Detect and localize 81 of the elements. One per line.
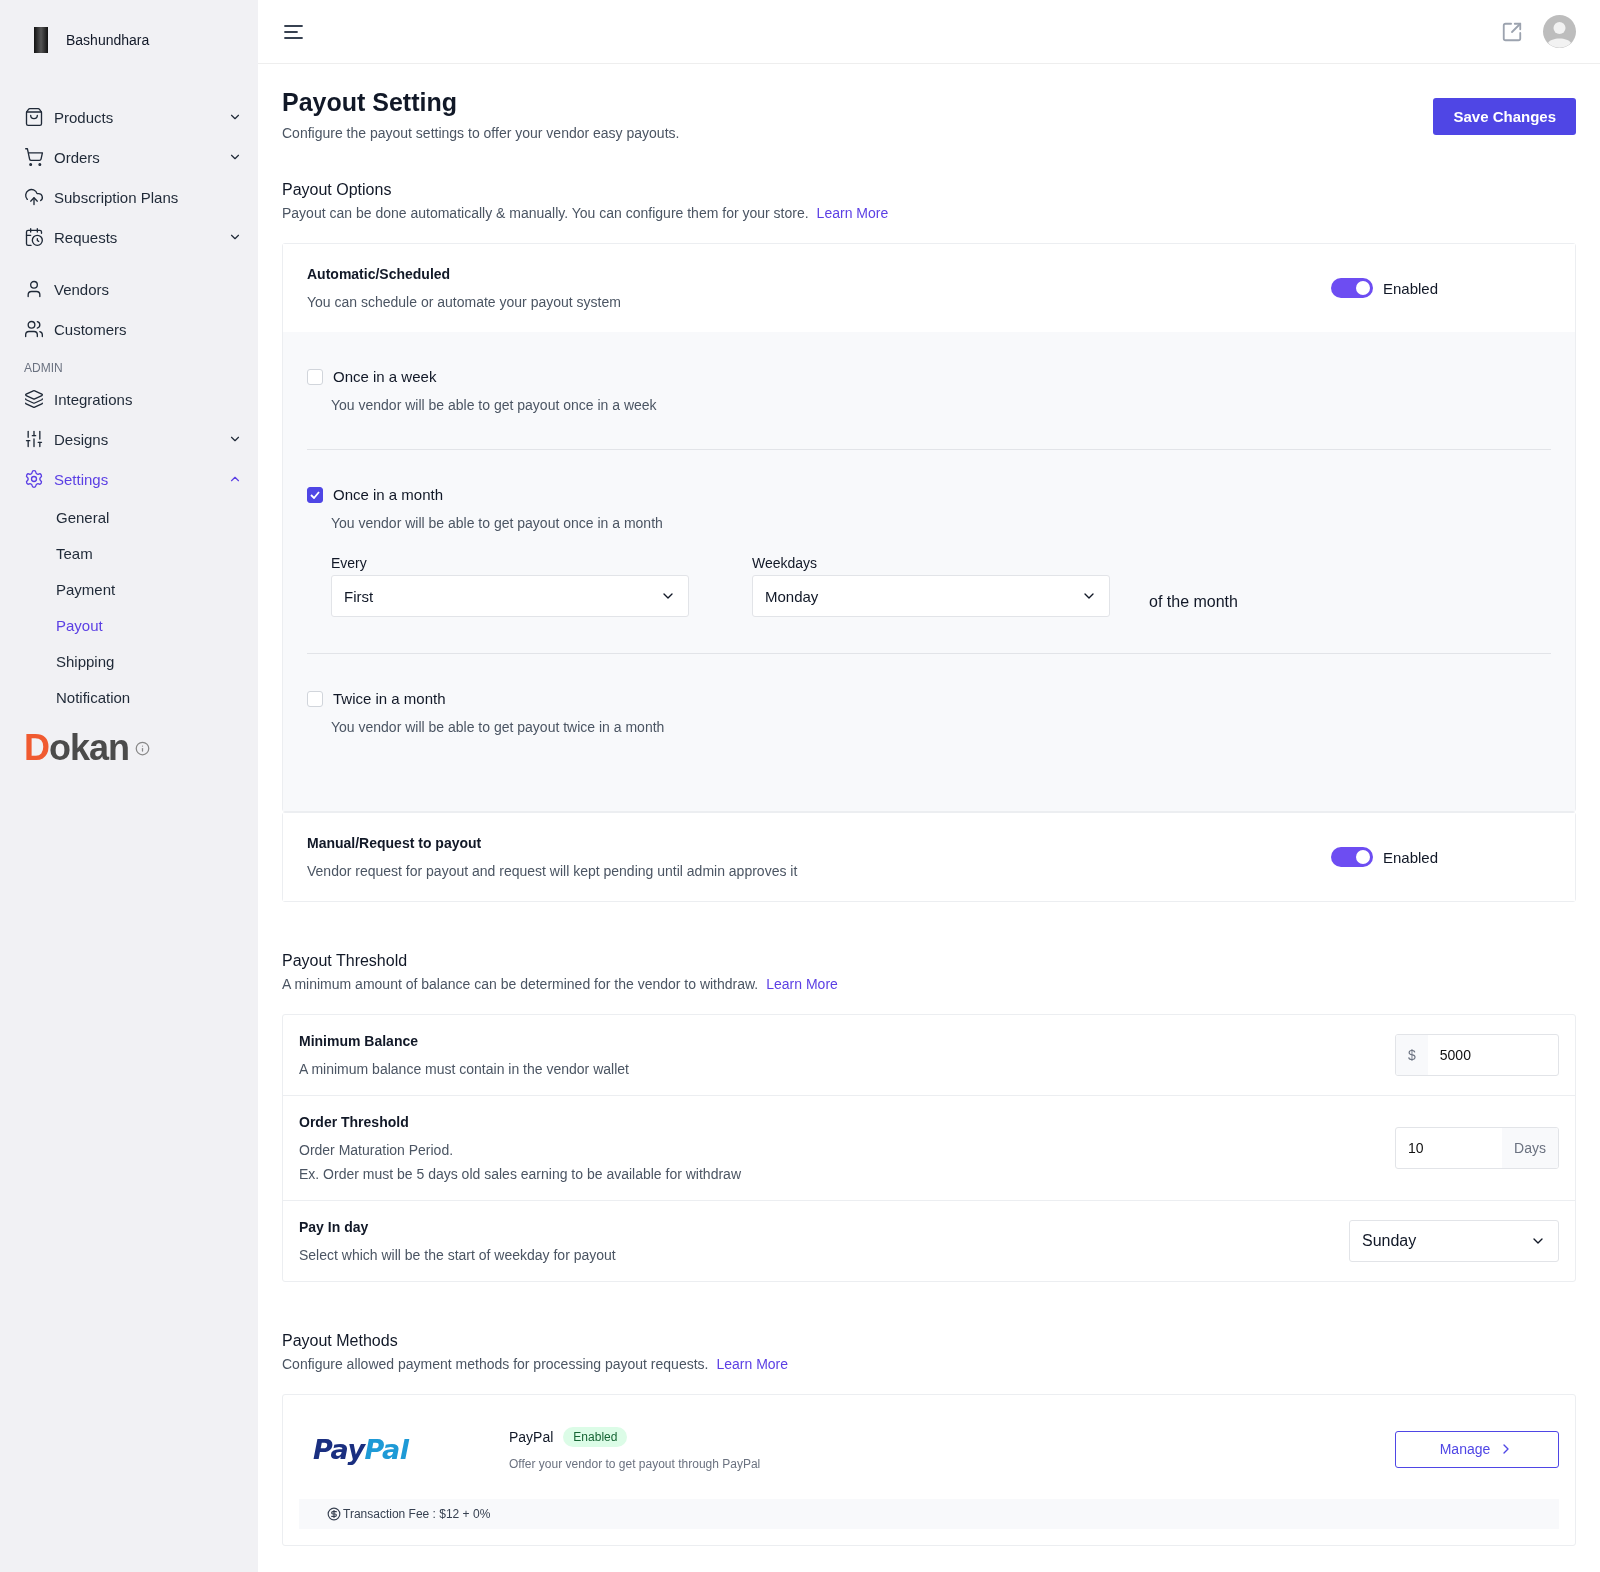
- days-field[interactable]: 10 Days: [1395, 1127, 1559, 1169]
- threshold-description: Order Maturation Period.: [299, 1142, 455, 1158]
- sidebar-subitem[interactable]: Team: [24, 535, 242, 571]
- sidebar-item[interactable]: Orders: [24, 137, 242, 177]
- schedule-label: Twice in a month: [333, 690, 446, 707]
- manage-button[interactable]: Manage: [1395, 1430, 1559, 1468]
- sidebar-item[interactable]: Requests: [24, 217, 242, 257]
- section-title: Payout Threshold: [282, 952, 409, 970]
- toggle-switch[interactable]: [1331, 847, 1373, 867]
- toggle-label: Enabled: [1383, 848, 1439, 866]
- avatar-icon[interactable]: [1543, 15, 1576, 48]
- field-label: Every: [331, 555, 368, 571]
- sidebar-subitem[interactable]: General: [24, 499, 242, 535]
- section-description: Configure allowed payment methods for processing payout requests. Learn More: [282, 1356, 790, 1372]
- menu-item-icon: [24, 147, 44, 167]
- sidebar-subitem[interactable]: Shipping: [24, 643, 242, 679]
- amount-field[interactable]: $ 5000: [1395, 1034, 1559, 1076]
- menu-item-icon: [24, 319, 44, 339]
- dropdown-select[interactable]: Sunday: [1349, 1220, 1559, 1262]
- section-description: A minimum amount of balance can be determined for the vendor to withdraw. Learn More: [282, 976, 839, 992]
- section-title: Payout Options: [282, 181, 393, 199]
- dollar-icon: [327, 1507, 341, 1521]
- option-description: You can schedule or automate your payout system: [307, 294, 621, 310]
- schedule-label: Once in a month: [333, 486, 444, 503]
- sidebar-subitem[interactable]: Payment: [24, 571, 242, 607]
- menu-item-icon: [24, 389, 44, 409]
- section-description: Payout can be done automatically & manually. You can configure them for your store. Learn More: [282, 205, 890, 221]
- store-name: Bashundhara: [66, 32, 150, 48]
- sidebar-item[interactable]: Integrations: [24, 379, 242, 419]
- sidebar-subitem[interactable]: Notification: [24, 679, 242, 715]
- sidebar-item[interactable]: Vendors: [24, 269, 242, 309]
- field-label: Weekdays: [752, 555, 819, 571]
- menu-item-icon: [24, 429, 44, 449]
- menu-item-icon: [24, 469, 44, 489]
- method-description: Offer your vendor to get payout through PayPal: [509, 1457, 762, 1471]
- save-changes-button[interactable]: Save Changes: [1433, 98, 1576, 135]
- menu-item-icon: [24, 107, 44, 127]
- schedule-description: You vendor will be able to get payout twice in a month: [331, 719, 666, 735]
- sidebar-item[interactable]: Subscription Plans: [24, 177, 242, 217]
- threshold-description: A minimum balance must contain in the vendor wallet: [299, 1061, 629, 1077]
- threshold-title: Minimum Balance: [299, 1033, 420, 1049]
- learn-more-link[interactable]: Learn More: [816, 205, 889, 221]
- method-name: PayPal: [509, 1429, 554, 1445]
- sidebar-subitem[interactable]: Payout: [24, 607, 242, 643]
- toggle-label: Enabled: [1383, 279, 1439, 297]
- page-subtitle: Configure the payout settings to offer your vendor easy payouts.: [282, 125, 680, 141]
- sidebar-item[interactable]: Customers: [24, 309, 242, 349]
- menu-item-icon: [24, 187, 44, 207]
- checkbox[interactable]: [307, 486, 323, 503]
- learn-more-link[interactable]: Learn More: [716, 1356, 789, 1372]
- sidebar-item[interactable]: Settings: [24, 459, 242, 499]
- learn-more-link[interactable]: Learn More: [766, 976, 838, 992]
- status-badge: Enabled: [563, 1427, 628, 1447]
- option-title: Automatic/Scheduled: [307, 266, 452, 282]
- checkmark-icon: [310, 490, 320, 499]
- threshold-title: Pay In day: [299, 1219, 370, 1235]
- menu-icon[interactable]: [284, 23, 304, 40]
- sidebar-item[interactable]: Designs: [24, 419, 242, 459]
- schedule-description: You vendor will be able to get payout once in a week: [331, 397, 658, 413]
- threshold-description: Select which will be the start of weekday for payout: [299, 1247, 616, 1263]
- schedule-description: You vendor will be able to get payout once in a month: [331, 515, 664, 531]
- fee-text: Transaction Fee : $12 + 0%: [343, 1507, 491, 1521]
- dropdown-select[interactable]: First: [331, 575, 689, 617]
- paypal-logo: PayPal: [312, 1433, 411, 1465]
- section-label: ADMIN: [24, 361, 64, 375]
- store-logo: [34, 27, 48, 53]
- menu-item-icon: [24, 227, 44, 247]
- schedule-label: Once in a week: [333, 368, 437, 385]
- option-title: Manual/Request to payout: [307, 835, 483, 851]
- page-title: Payout Setting: [282, 88, 458, 117]
- field-suffix: of the month: [1149, 593, 1238, 612]
- option-description: Vendor request for payout and request will kept pending until admin approves it: [307, 863, 798, 879]
- threshold-description: Ex. Order must be 5 days old sales earning to be available for withdraw: [299, 1166, 741, 1182]
- external-link-icon[interactable]: [1501, 20, 1523, 43]
- sidebar-item[interactable]: Products: [24, 97, 242, 137]
- info-icon[interactable]: [135, 740, 151, 756]
- dropdown-select[interactable]: Monday: [752, 575, 1110, 617]
- section-title: Payout Methods: [282, 1332, 399, 1350]
- threshold-title: Order Threshold: [299, 1114, 410, 1130]
- brand-logo: Dokan: [24, 727, 130, 769]
- toggle-switch[interactable]: [1331, 278, 1373, 298]
